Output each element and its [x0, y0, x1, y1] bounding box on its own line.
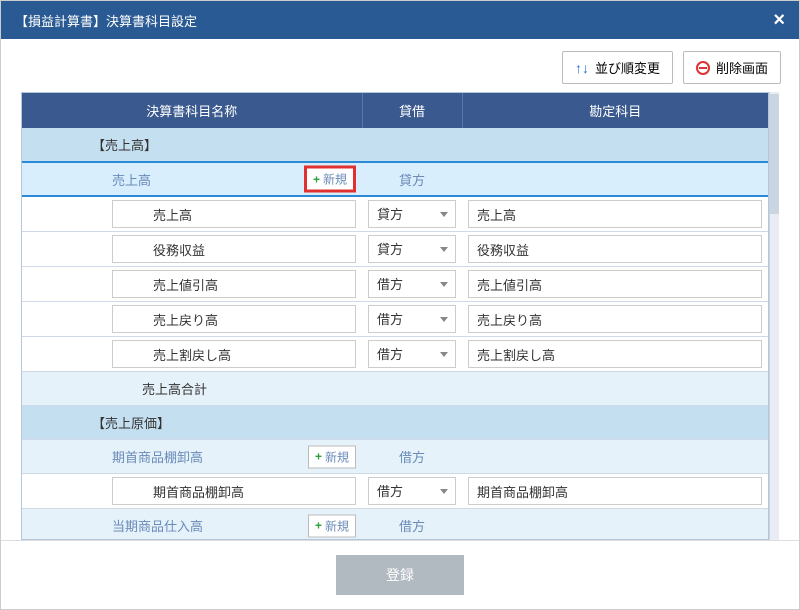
new-label: 新規: [325, 517, 349, 534]
parent-label: 売上高: [112, 173, 151, 188]
plus-icon: +: [315, 519, 322, 533]
table-row: 借方: [22, 337, 768, 372]
parent-account-cell: [462, 162, 768, 196]
parent-dc-cell: 借方: [362, 440, 462, 474]
scrollbar-track[interactable]: [769, 92, 779, 540]
sort-icon: ↑↓: [575, 60, 589, 76]
table-row: 借方: [22, 302, 768, 337]
account-input[interactable]: [468, 270, 762, 298]
subtotal-label: 売上高合計: [22, 372, 362, 406]
new-label: 新規: [323, 171, 347, 188]
table-row: 【売上高】: [22, 128, 768, 162]
titlebar: 【損益計算書】決算書科目設定 ×: [1, 1, 799, 39]
table-row: 貸方: [22, 232, 768, 267]
item-name-input[interactable]: [112, 270, 356, 298]
parent-name-cell: 期首商品棚卸高 +新規: [22, 440, 362, 474]
account-input[interactable]: [468, 235, 762, 263]
submit-button[interactable]: 登録: [336, 555, 464, 595]
table-row: 売上高 +新規貸方: [22, 162, 768, 196]
toolbar: ↑↓ 並び順変更 削除画面: [1, 39, 799, 92]
debit-credit-select[interactable]: 貸方: [368, 200, 456, 228]
item-name-input[interactable]: [112, 477, 356, 505]
account-input[interactable]: [468, 477, 762, 505]
debit-credit-select[interactable]: 貸方: [368, 235, 456, 263]
settings-table: 決算書科目名称 貸借 勘定科目 【売上高】売上高+新規貸方貸方貸方借方借方借方売…: [22, 93, 768, 540]
parent-name-cell: 当期商品仕入高 +新規: [22, 509, 362, 541]
sort-order-label: 並び順変更: [595, 58, 660, 77]
modal-dialog: 【損益計算書】決算書科目設定 × ↑↓ 並び順変更 削除画面 決算書科目名称 貸…: [0, 0, 800, 610]
table-row: 【売上原価】: [22, 406, 768, 440]
table-container: 決算書科目名称 貸借 勘定科目 【売上高】売上高+新規貸方貸方貸方借方借方借方売…: [1, 92, 799, 540]
account-input[interactable]: [468, 340, 762, 368]
item-name-input[interactable]: [112, 200, 356, 228]
plus-icon: +: [313, 172, 320, 186]
parent-account-cell: [462, 509, 768, 541]
table-row: 売上高合計: [22, 372, 768, 406]
parent-dc-cell: 借方: [362, 509, 462, 541]
parent-label: 当期商品仕入高: [112, 519, 203, 534]
parent-name-cell: 売上高 +新規: [22, 162, 362, 196]
col-header-name: 決算書科目名称: [22, 93, 362, 128]
table-scroll[interactable]: 決算書科目名称 貸借 勘定科目 【売上高】売上高+新規貸方貸方貸方借方借方借方売…: [21, 92, 769, 540]
debit-credit-select[interactable]: 借方: [368, 340, 456, 368]
delete-screen-button[interactable]: 削除画面: [683, 51, 781, 84]
table-row: 貸方: [22, 196, 768, 232]
table-row: 期首商品棚卸高 +新規借方: [22, 440, 768, 474]
delete-screen-label: 削除画面: [716, 58, 768, 77]
section-label: 【売上高】: [22, 128, 768, 162]
minus-circle-icon: [696, 61, 710, 75]
parent-account-cell: [462, 440, 768, 474]
scrollbar-thumb[interactable]: [770, 94, 779, 214]
item-name-input[interactable]: [112, 305, 356, 333]
section-label: 【売上原価】: [22, 406, 768, 440]
table-row: 当期商品仕入高 +新規借方: [22, 509, 768, 541]
debit-credit-select[interactable]: 借方: [368, 305, 456, 333]
parent-label: 期首商品棚卸高: [112, 450, 203, 465]
col-header-account: 勘定科目: [462, 93, 768, 128]
debit-credit-select[interactable]: 借方: [368, 270, 456, 298]
col-header-debit-credit: 貸借: [362, 93, 462, 128]
table-row: 借方: [22, 474, 768, 509]
item-name-input[interactable]: [112, 235, 356, 263]
account-input[interactable]: [468, 305, 762, 333]
new-button[interactable]: +新規: [308, 514, 356, 537]
item-name-input[interactable]: [112, 340, 356, 368]
new-button[interactable]: +新規: [308, 445, 356, 468]
table-row: 借方: [22, 267, 768, 302]
new-button[interactable]: +新規: [304, 166, 356, 193]
account-input[interactable]: [468, 200, 762, 228]
plus-icon: +: [315, 450, 322, 464]
parent-dc-cell: 貸方: [362, 162, 462, 196]
new-label: 新規: [325, 448, 349, 465]
debit-credit-select[interactable]: 借方: [368, 477, 456, 505]
footer: 登録: [1, 540, 799, 609]
sort-order-button[interactable]: ↑↓ 並び順変更: [562, 51, 673, 84]
titlebar-label: 【損益計算書】決算書科目設定: [15, 11, 197, 30]
close-icon[interactable]: ×: [773, 9, 785, 32]
